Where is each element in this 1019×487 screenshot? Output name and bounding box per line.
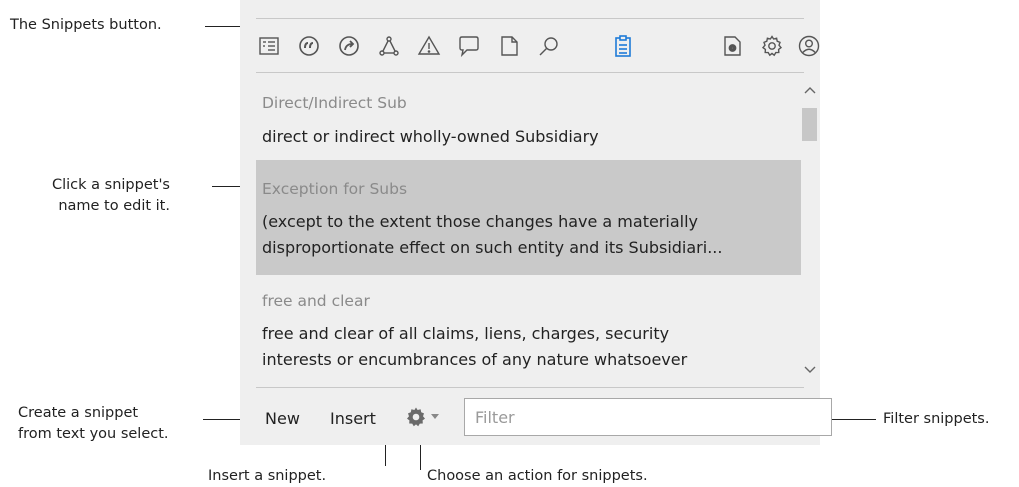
callout-text: Click a snippet's: [52, 177, 170, 193]
callout-action: Choose an action for snippets.: [427, 468, 648, 484]
snippet-name[interactable]: Exception for Subs: [262, 180, 407, 198]
callout-create: Create a snippet from text you select.: [18, 403, 169, 445]
callout-click-name: Click a snippet's name to edit it.: [52, 175, 170, 217]
callout-snippets-button: The Snippets button.: [10, 17, 162, 33]
comment-icon[interactable]: [455, 32, 483, 60]
toolbar-divider: [256, 72, 804, 73]
user-icon[interactable]: [795, 32, 823, 60]
scroll-down-button[interactable]: [800, 362, 820, 378]
bottom-divider: [256, 387, 804, 388]
doc-settings-icon[interactable]: [718, 32, 746, 60]
scrollbar-thumb[interactable]: [802, 108, 817, 141]
document-icon[interactable]: [495, 32, 523, 60]
callout-text: name to edit it.: [58, 198, 170, 214]
graph-icon[interactable]: [375, 32, 403, 60]
snippet-name[interactable]: Direct/Indirect Sub: [262, 94, 407, 112]
callout-text: from text you select.: [18, 426, 169, 442]
action-menu-button[interactable]: [404, 404, 442, 430]
callout-insert: Insert a snippet.: [208, 468, 327, 484]
snippet-text[interactable]: (except to the extent those changes have…: [262, 210, 802, 234]
scroll-up-button[interactable]: [800, 82, 820, 98]
callout-line: [832, 419, 876, 420]
snippet-text[interactable]: direct or indirect wholly-owned Subsidia…: [262, 125, 802, 149]
snippets-panel: Direct/Indirect Sub direct or indirect w…: [240, 0, 832, 445]
share-icon[interactable]: [335, 32, 363, 60]
top-divider: [256, 18, 804, 19]
snippet-name[interactable]: free and clear: [262, 292, 370, 310]
warning-icon[interactable]: [415, 32, 443, 60]
gear-icon[interactable]: [758, 32, 786, 60]
new-button[interactable]: New: [265, 409, 300, 428]
chevron-down-icon: [804, 366, 816, 373]
callout-filter: Filter snippets.: [883, 411, 990, 427]
insert-button[interactable]: Insert: [330, 409, 376, 428]
gear-icon: [407, 407, 425, 427]
callout-text: Create a snippet: [18, 405, 139, 421]
snippet-text[interactable]: free and clear of all claims, liens, cha…: [262, 322, 802, 346]
chevron-up-icon: [804, 87, 816, 94]
quote-icon[interactable]: [295, 32, 323, 60]
outline-icon[interactable]: [255, 32, 283, 60]
snippet-text[interactable]: disproportionate effect on such entity a…: [262, 236, 802, 260]
search-icon[interactable]: [535, 32, 563, 60]
caret-down-icon: [431, 414, 439, 419]
filter-input[interactable]: [464, 398, 832, 436]
snippets-icon[interactable]: [609, 32, 637, 60]
snippet-text[interactable]: interests or encumbrances of any nature …: [262, 348, 802, 372]
